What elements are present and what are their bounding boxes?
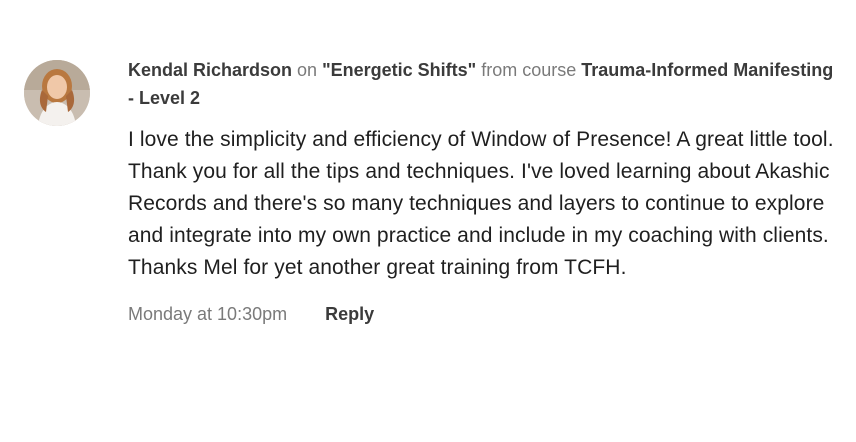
comment-meta: Kendal Richardson on "Energetic Shifts" … xyxy=(128,56,840,112)
from-course-label: from course xyxy=(481,60,577,80)
avatar[interactable] xyxy=(24,60,90,126)
comment-body: Kendal Richardson on "Energetic Shifts" … xyxy=(128,56,840,328)
author-name[interactable]: Kendal Richardson xyxy=(128,60,292,80)
comment-paragraph: I love the simplicity and efficiency of … xyxy=(128,128,834,151)
avatar-photo-icon xyxy=(24,60,90,126)
on-label: on xyxy=(297,60,318,80)
reply-button[interactable]: Reply xyxy=(325,300,374,328)
lesson-link[interactable]: "Energetic Shifts" xyxy=(322,60,476,80)
timestamp: Monday at 10:30pm xyxy=(128,304,288,324)
comment-footer: Monday at 10:30pm Reply xyxy=(128,300,840,328)
comment-paragraph: Thank you for all the tips and technique… xyxy=(128,160,830,279)
comment-item: Kendal Richardson on "Energetic Shifts" … xyxy=(0,0,856,442)
comment-text: I love the simplicity and efficiency of … xyxy=(128,124,840,284)
